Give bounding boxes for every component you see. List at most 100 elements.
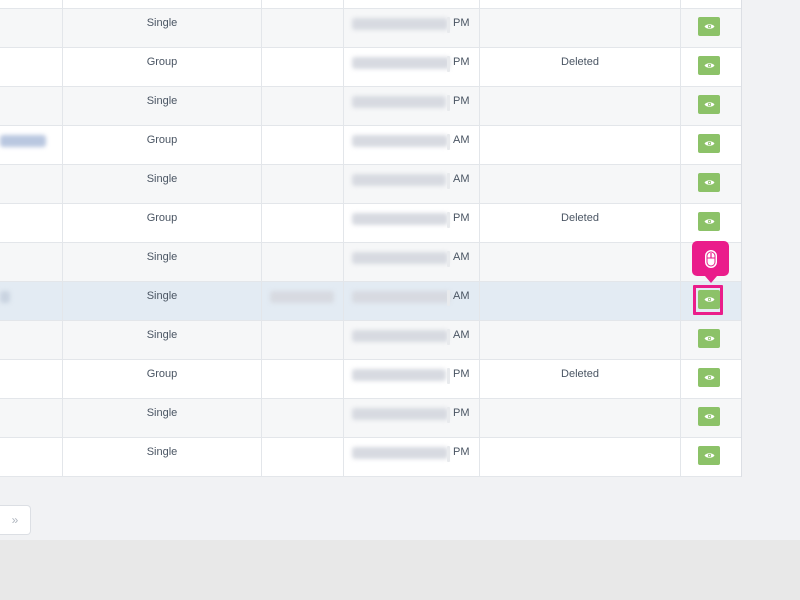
redacted-datetime (352, 369, 446, 381)
session-type: Single (146, 95, 178, 107)
table-row: Single PM (0, 399, 741, 438)
status-cell: Deleted (479, 360, 680, 398)
type-cell: Single (62, 165, 261, 203)
time-separator (447, 407, 450, 423)
redacted-datetime (352, 213, 448, 225)
status-cell (479, 438, 680, 476)
session-type: Single (146, 17, 178, 29)
type-cell: Single (62, 9, 261, 47)
type-cell: Single (62, 438, 261, 476)
session-type: Single (146, 329, 178, 341)
status-cell (479, 126, 680, 164)
status-cell: Deleted (479, 204, 680, 242)
owner-cell (261, 204, 343, 242)
table-row: Single PM (0, 87, 741, 126)
owner-cell (261, 243, 343, 281)
eye-icon (704, 219, 714, 224)
view-button[interactable] (698, 56, 720, 75)
table-row: Single AM (0, 321, 741, 360)
table-row: Single PM (0, 438, 741, 477)
table-row: Single AM (0, 282, 741, 321)
time-meridiem: AM (453, 329, 470, 341)
redacted-datetime (352, 291, 450, 303)
view-button[interactable] (698, 173, 720, 192)
view-button[interactable] (698, 407, 720, 426)
time-separator (447, 212, 450, 228)
table-row-partial (0, 0, 741, 9)
status-cell: Deleted (479, 48, 680, 86)
type-cell: Group (62, 360, 261, 398)
pagination-next-button[interactable]: » (0, 505, 31, 535)
view-button[interactable] (698, 368, 720, 387)
type-cell: Single (62, 87, 261, 125)
owner-cell (261, 9, 343, 47)
owner-cell (261, 360, 343, 398)
view-button[interactable] (698, 329, 720, 348)
owner-cell (261, 48, 343, 86)
redacted-owner (270, 291, 334, 303)
eye-icon (704, 414, 714, 419)
type-cell: Single (62, 321, 261, 359)
time-meridiem: PM (453, 446, 470, 458)
mouse-icon (692, 241, 729, 283)
eye-icon (704, 24, 714, 29)
time-meridiem: AM (453, 134, 470, 146)
status-cell (479, 321, 680, 359)
table-row: Single AM (0, 165, 741, 204)
owner-cell (261, 438, 343, 476)
eye-icon (704, 453, 714, 458)
redacted-datetime (352, 252, 448, 264)
view-button[interactable] (698, 17, 720, 36)
sessions-table: Single PM Group Deleted PM Single PM Group AM Sin… (0, 0, 742, 477)
status-cell (479, 243, 680, 281)
eye-icon (704, 141, 714, 146)
redacted-datetime (352, 96, 446, 108)
time-separator (447, 173, 450, 189)
session-type: Single (146, 173, 178, 185)
pagination-next-label: » (11, 513, 19, 527)
eye-icon (704, 297, 714, 302)
type-cell: Group (62, 126, 261, 164)
time-separator (447, 290, 450, 306)
name-cell (0, 48, 62, 86)
owner-cell (261, 399, 343, 437)
eye-icon (704, 63, 714, 68)
session-status: Deleted (561, 368, 599, 380)
view-button[interactable] (698, 134, 720, 153)
redacted-datetime (352, 174, 446, 186)
view-button[interactable] (698, 95, 720, 114)
time-meridiem: PM (453, 212, 470, 224)
name-cell (0, 360, 62, 398)
session-type: Group (146, 368, 178, 380)
status-cell (479, 9, 680, 47)
session-type: Single (146, 251, 178, 263)
type-cell: Single (62, 282, 261, 320)
name-cell (0, 204, 62, 242)
name-cell (0, 165, 62, 203)
view-button[interactable] (698, 446, 720, 465)
session-type: Single (146, 290, 178, 302)
session-type: Single (146, 446, 178, 458)
redacted-datetime (352, 408, 448, 420)
table-row: Single PM (0, 9, 741, 48)
type-cell: Single (62, 243, 261, 281)
owner-cell (261, 165, 343, 203)
view-button[interactable] (698, 290, 720, 309)
name-cell (0, 321, 62, 359)
session-status: Deleted (561, 212, 599, 224)
name-cell (0, 282, 62, 320)
time-separator (447, 95, 450, 111)
time-meridiem: PM (453, 17, 470, 29)
view-button[interactable] (698, 212, 720, 231)
time-meridiem: PM (453, 407, 470, 419)
time-meridiem: PM (453, 95, 470, 107)
time-separator (447, 329, 450, 345)
type-cell: Single (62, 399, 261, 437)
status-cell (479, 399, 680, 437)
redacted-datetime (352, 18, 448, 30)
eye-icon (704, 336, 714, 341)
table-row: Group Deleted PM (0, 204, 741, 243)
name-cell (0, 9, 62, 47)
name-cell (0, 399, 62, 437)
time-meridiem: AM (453, 173, 470, 185)
